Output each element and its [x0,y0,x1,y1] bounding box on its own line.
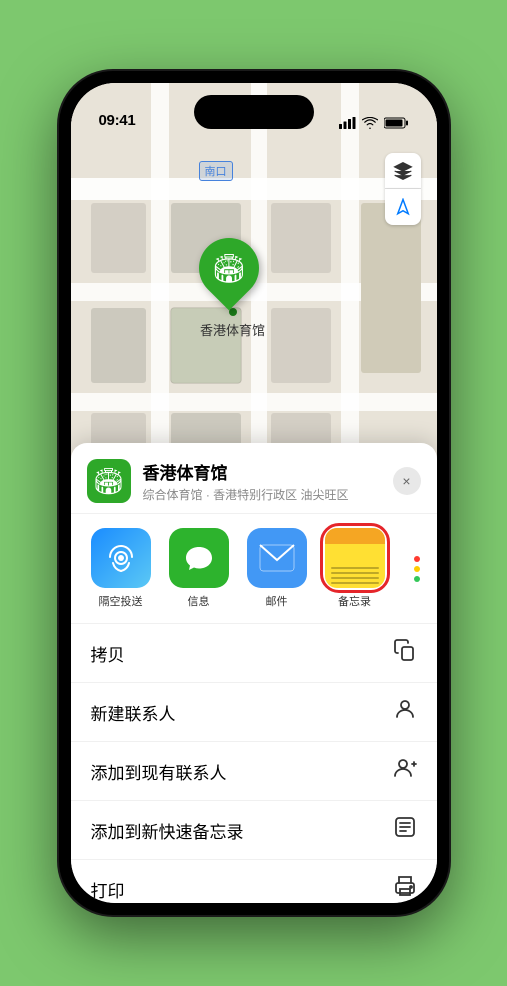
share-app-airdrop[interactable]: 隔空投送 [87,528,155,609]
copy-label: 拷贝 [91,641,125,666]
venue-info: 香港体育馆 综合体育馆 · 香港特别行政区 油尖旺区 [143,459,381,503]
mail-icon[interactable] [247,528,307,588]
dynamic-island [194,95,314,129]
marker-label: 香港体育馆 [200,320,265,339]
airdrop-label: 隔空投送 [99,593,143,609]
map-layers-button[interactable] [385,153,421,189]
share-app-mail[interactable]: 邮件 [243,528,311,609]
map-north-label: 南口 [199,161,233,181]
status-icons [339,117,409,129]
map-controls[interactable] [385,153,421,225]
copy-icon [393,638,417,668]
menu-item-quick-note[interactable]: 添加到新快速备忘录 [71,801,437,860]
notes-line-4 [331,582,379,584]
menu-item-new-contact[interactable]: 新建联系人 [71,683,437,742]
print-label: 打印 [91,877,125,902]
quick-note-icon [393,815,417,845]
venue-icon: 🏟 [87,459,131,503]
map-area: 南口 [71,83,437,503]
venue-name: 香港体育馆 [143,459,381,484]
menu-item-print[interactable]: 打印 [71,860,437,903]
printer-icon [393,874,417,903]
phone-screen: 09:41 [71,83,437,903]
person-icon [393,697,417,727]
sheet-header: 🏟 香港体育馆 综合体育馆 · 香港特别行政区 油尖旺区 × [71,443,437,514]
signal-icon [339,117,356,129]
more-apps[interactable] [399,539,435,599]
notes-line-2 [331,572,379,574]
sheet-close-button[interactable]: × [393,467,421,495]
notes-line-3 [331,577,379,579]
notes-icon[interactable] [325,528,385,588]
menu-item-copy[interactable]: 拷贝 [71,624,437,683]
person-add-icon [393,756,417,786]
wifi-icon [362,117,378,129]
notes-label: 备忘录 [338,593,371,609]
notes-line-1 [331,567,379,569]
bottom-sheet: 🏟 香港体育馆 综合体育馆 · 香港特别行政区 油尖旺区 × [71,443,437,903]
share-app-notes[interactable]: 备忘录 [321,528,389,609]
share-app-messages[interactable]: 信息 [165,528,233,609]
quick-note-label: 添加到新快速备忘录 [91,818,244,843]
messages-label: 信息 [188,593,210,609]
dot-green [414,576,420,582]
mail-label: 邮件 [266,593,288,609]
marker-pin-icon: 🏟 [211,252,247,285]
dot-red [414,556,420,562]
new-contact-label: 新建联系人 [91,700,176,725]
share-apps-row: 隔空投送 信息 [71,514,437,624]
map-location-button[interactable] [385,189,421,225]
battery-icon [384,117,409,129]
phone-frame: 09:41 [59,71,449,915]
menu-items: 拷贝 新建联系人 [71,624,437,903]
airdrop-icon[interactable] [91,528,151,588]
venue-subtitle: 综合体育馆 · 香港特别行政区 油尖旺区 [143,486,381,503]
notes-lines [325,528,385,588]
menu-item-add-contact[interactable]: 添加到现有联系人 [71,742,437,801]
status-time: 09:41 [99,112,136,129]
notes-icon-wrapper[interactable] [325,528,385,588]
more-dots[interactable] [399,539,435,599]
messages-icon[interactable] [169,528,229,588]
dot-yellow [414,566,420,572]
add-contact-label: 添加到现有联系人 [91,759,227,784]
marker-pin: 🏟 [186,226,271,311]
venue-emoji: 🏟 [92,466,125,497]
location-marker: 🏟 香港体育馆 [199,238,267,339]
